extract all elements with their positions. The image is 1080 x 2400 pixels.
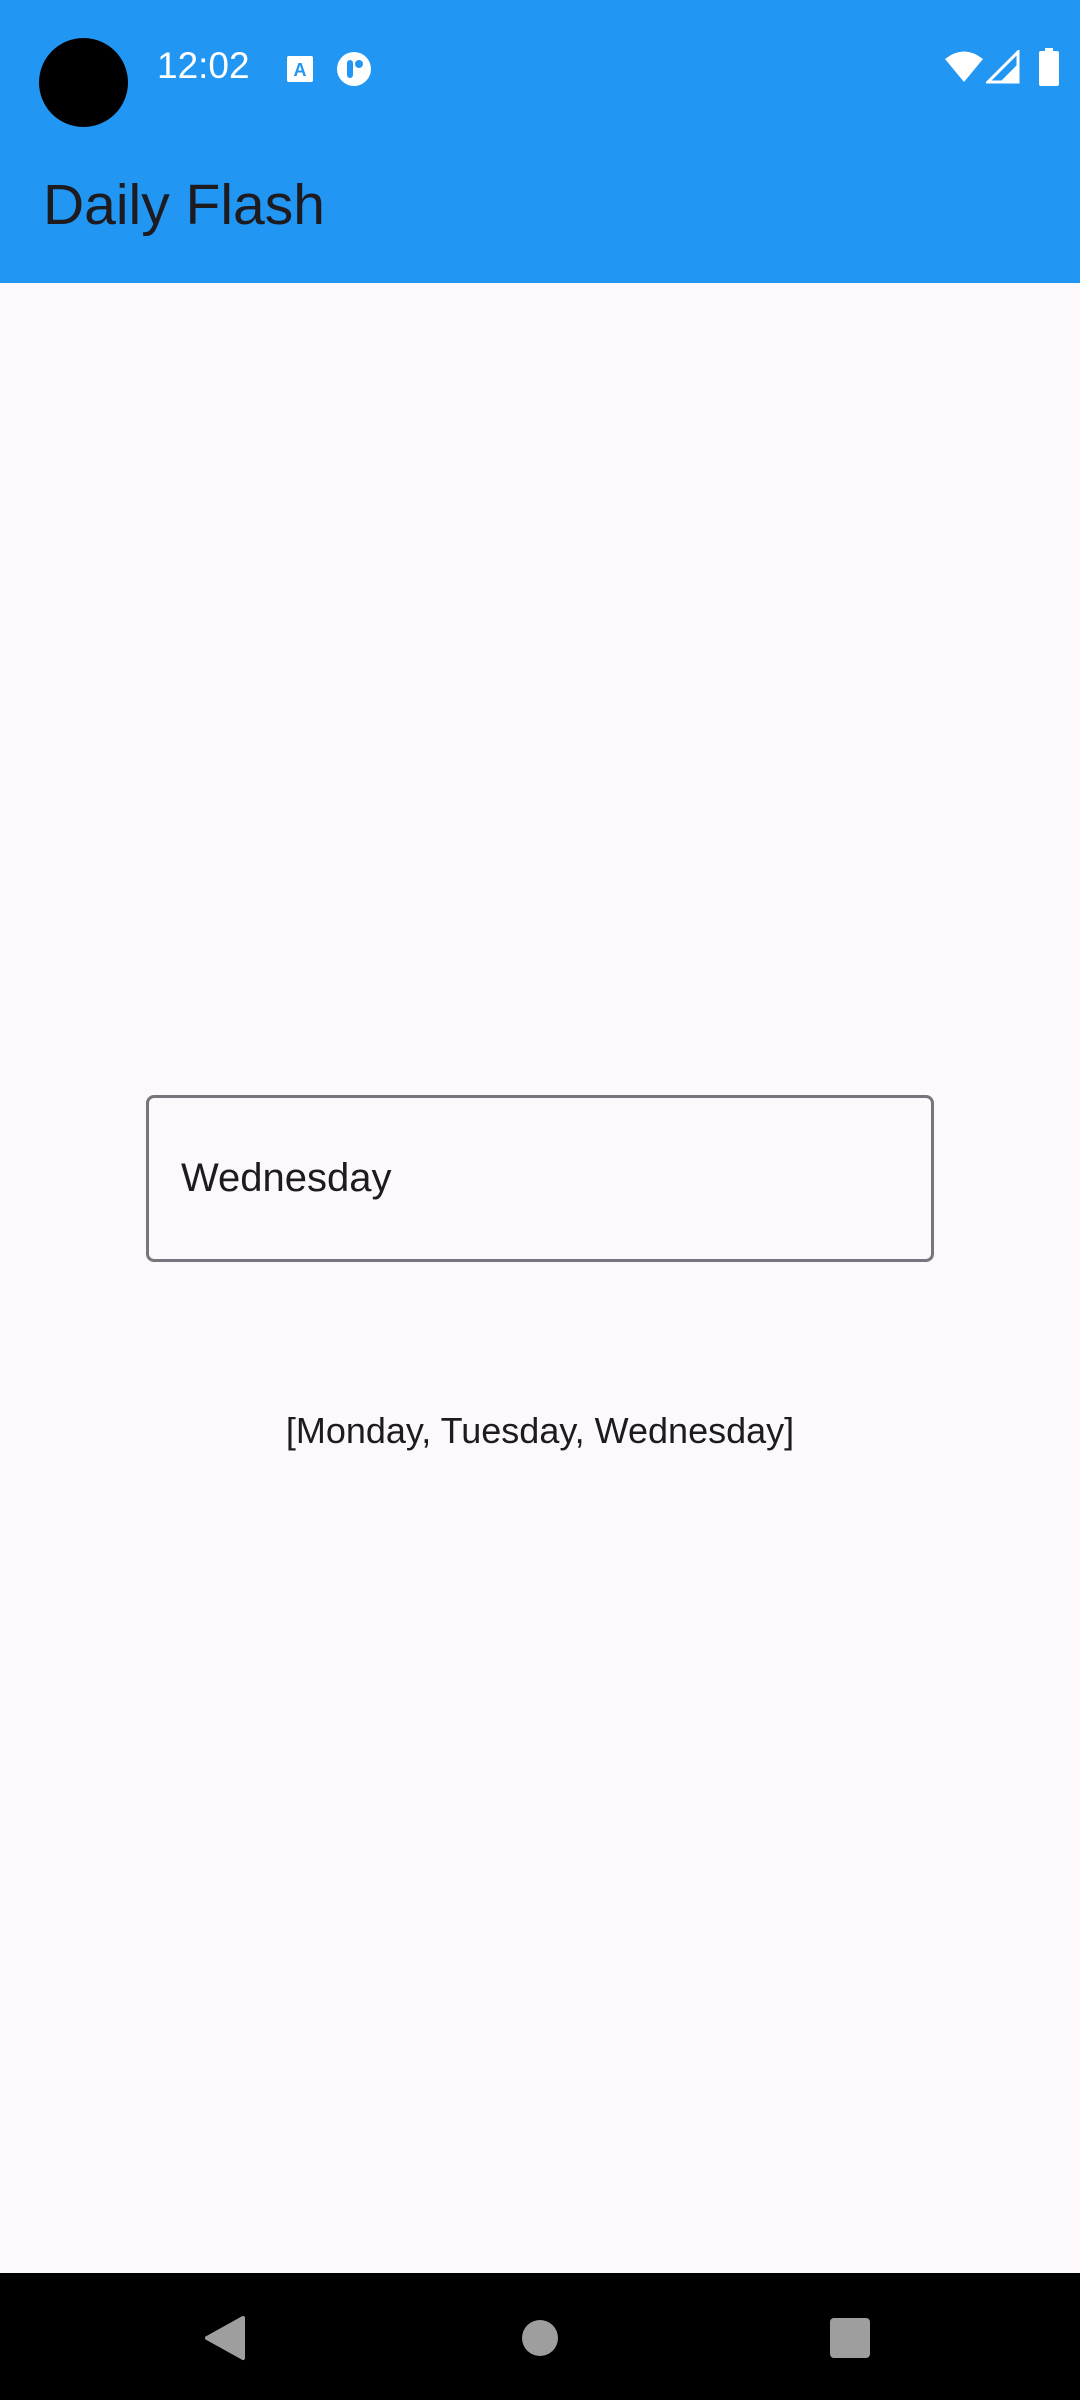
recents-button[interactable] bbox=[815, 2303, 885, 2373]
signal-icon bbox=[984, 48, 1020, 84]
svg-text:A: A bbox=[294, 60, 307, 80]
app-bar-title: Daily Flash bbox=[43, 173, 325, 237]
status-time: 12:02 bbox=[157, 45, 250, 86]
screen: 12:02 A Daily Flash Wednesday [Monday, T… bbox=[0, 0, 1080, 2400]
camera-cutout bbox=[39, 38, 128, 127]
home-icon bbox=[522, 2320, 558, 2356]
battery-icon bbox=[1038, 48, 1060, 86]
status-bar: 12:02 A bbox=[0, 0, 1080, 140]
home-button[interactable] bbox=[505, 2303, 575, 2373]
wifi-icon bbox=[944, 50, 984, 84]
back-icon bbox=[205, 2316, 245, 2360]
day-input-field[interactable] bbox=[146, 1095, 934, 1262]
recents-icon bbox=[830, 2318, 870, 2358]
back-button[interactable] bbox=[190, 2303, 260, 2373]
days-list-text: [Monday, Tuesday, Wednesday] bbox=[285, 1410, 795, 1451]
a-icon: A bbox=[282, 51, 318, 87]
navigation-bar bbox=[0, 2273, 1080, 2400]
circle-icon bbox=[336, 51, 372, 87]
app-header: 12:02 A Daily Flash bbox=[0, 0, 1080, 283]
